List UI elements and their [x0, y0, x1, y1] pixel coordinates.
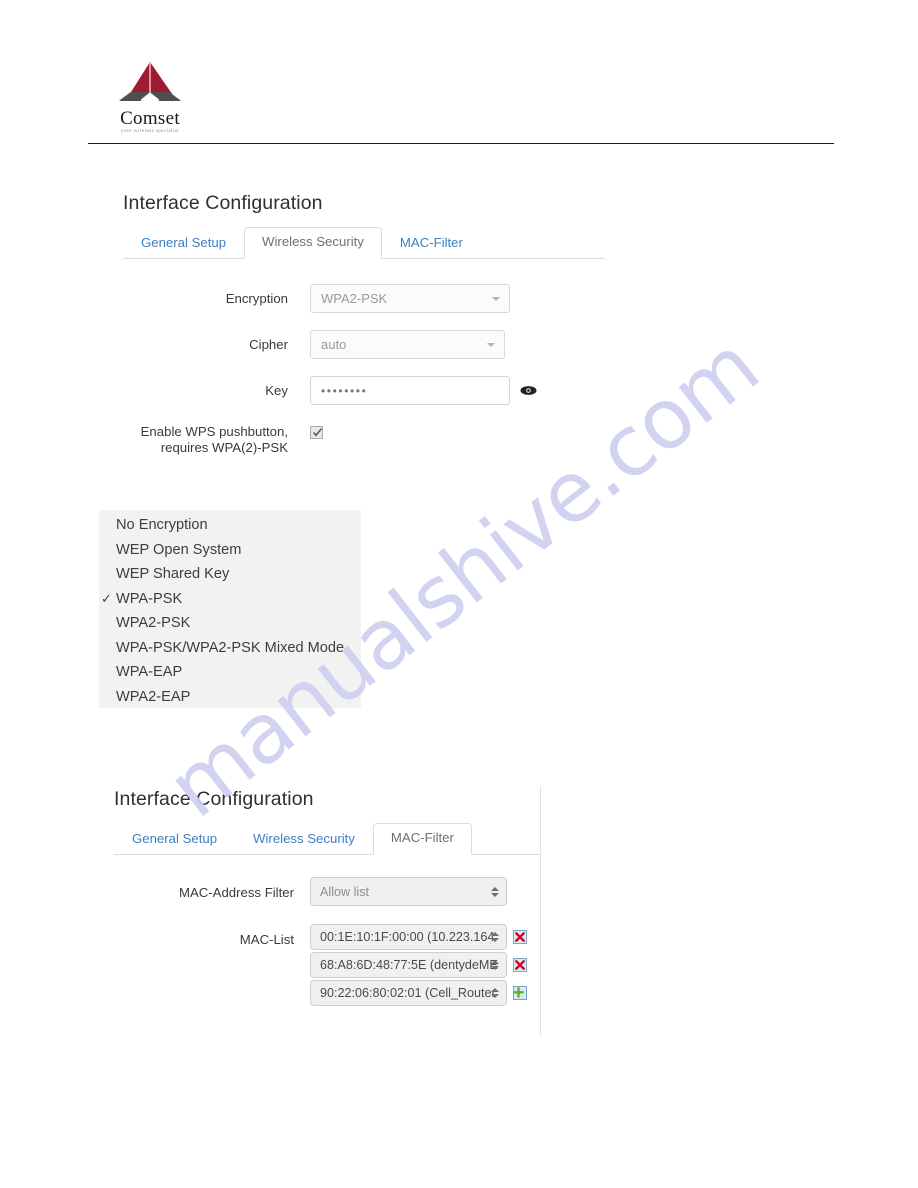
wps-label-line1: Enable WPS pushbutton,	[140, 424, 288, 439]
mac-entry-value: 00:1E:10:1F:00:00 (10.223.164	[320, 930, 495, 944]
key-input[interactable]: ••••••••	[310, 376, 510, 405]
cipher-value: auto	[321, 337, 347, 352]
mac-address-filter-select[interactable]: Allow list	[310, 877, 507, 906]
encryption-dropdown-menu[interactable]: No Encryption WEP Open System WEP Shared…	[99, 510, 361, 708]
spinner-icon	[491, 932, 499, 942]
eye-icon[interactable]	[520, 385, 537, 396]
mac-entry-select[interactable]: 00:1E:10:1F:00:00 (10.223.164	[310, 924, 507, 950]
mac-filter-panel: Interface Configuration General Setup Wi…	[114, 788, 540, 1006]
mac-list-label: MAC-List	[239, 932, 294, 947]
key-label: Key	[265, 383, 288, 398]
dropdown-option-label: WEP Open System	[116, 541, 242, 558]
cipher-label: Cipher	[249, 337, 288, 352]
screenshot-crop-edge	[540, 786, 541, 1036]
delete-icon[interactable]	[513, 930, 527, 944]
chevron-down-icon	[492, 296, 500, 301]
dropdown-option-wpa-eap[interactable]: WPA-EAP	[99, 660, 361, 685]
dropdown-option-no-encryption[interactable]: No Encryption	[99, 513, 361, 538]
mac-entry-value: 90:22:06:80:02:01 (Cell_Router	[320, 986, 496, 1000]
key-row: Key ••••••••	[123, 376, 605, 405]
mac-entry-select[interactable]: 68:A8:6D:48:77:5E (dentydeME	[310, 952, 507, 978]
chevron-down-icon	[487, 342, 495, 347]
cipher-select[interactable]: auto	[310, 330, 505, 359]
mac-address-filter-label: MAC-Address Filter	[178, 885, 294, 900]
spinner-icon	[491, 988, 499, 998]
tab-general-setup[interactable]: General Setup	[114, 824, 235, 855]
tab-wireless-security[interactable]: Wireless Security	[244, 227, 382, 259]
dropdown-option-wep-shared-key[interactable]: WEP Shared Key	[99, 562, 361, 587]
tab-general-setup[interactable]: General Setup	[123, 228, 244, 259]
brand-name: Comset	[120, 108, 180, 129]
wps-checkbox[interactable]	[310, 426, 323, 439]
mac-list-item: 00:1E:10:1F:00:00 (10.223.164	[310, 924, 527, 950]
dropdown-option-wpa-psk[interactable]: ✓ WPA-PSK	[99, 587, 361, 612]
dropdown-option-wep-open-system[interactable]: WEP Open System	[99, 538, 361, 563]
brand-tagline: your wireless specialist	[120, 128, 179, 134]
delete-icon[interactable]	[513, 958, 527, 972]
encryption-label: Encryption	[225, 291, 288, 306]
dropdown-option-label: WPA2-PSK	[116, 615, 191, 631]
encryption-value: WPA2-PSK	[321, 291, 388, 306]
encryption-select[interactable]: WPA2-PSK	[310, 284, 510, 313]
wps-label-line2: requires WPA(2)-PSK	[160, 440, 288, 455]
header-divider	[88, 143, 834, 144]
cipher-row: Cipher auto	[123, 330, 605, 359]
mac-list-item: 90:22:06:80:02:01 (Cell_Router	[310, 980, 527, 1006]
dropdown-option-label: WPA-PSK/WPA2-PSK Mixed Mode	[116, 639, 345, 656]
mac-entry-value: 68:A8:6D:48:77:5E (dentydeME	[320, 958, 498, 972]
tab-mac-filter[interactable]: MAC-Filter	[382, 228, 481, 259]
dropdown-option-wpa2-eap[interactable]: WPA2-EAP	[99, 685, 361, 710]
dropdown-option-wpa-psk-wpa2-psk-mixed-mode[interactable]: WPA-PSK/WPA2-PSK Mixed Mode	[99, 636, 361, 661]
wireless-security-panel: Interface Configuration General Setup Wi…	[123, 192, 605, 456]
mac-entry-select[interactable]: 90:22:06:80:02:01 (Cell_Router	[310, 980, 507, 1006]
mac-address-filter-row: MAC-Address Filter Allow list	[114, 877, 540, 906]
page-title: Interface Configuration	[123, 192, 323, 214]
mac-list-row: MAC-List 00:1E:10:1F:00:00 (10.223.164 6…	[114, 924, 540, 1006]
encryption-row: Encryption WPA2-PSK	[123, 284, 605, 313]
dropdown-option-label: No Encryption	[116, 517, 208, 533]
tab-bar: General Setup Wireless Security MAC-Filt…	[114, 821, 540, 855]
dropdown-option-wpa2-psk[interactable]: WPA2-PSK	[99, 611, 361, 636]
dropdown-option-label: WEP Shared Key	[116, 566, 230, 582]
tab-wireless-security[interactable]: Wireless Security	[235, 824, 373, 855]
spinner-icon	[491, 886, 499, 897]
tab-mac-filter[interactable]: MAC-Filter	[372, 823, 472, 855]
wps-row: Enable WPS pushbutton, requires WPA(2)-P…	[123, 424, 605, 456]
mac-list-item: 68:A8:6D:48:77:5E (dentydeME	[310, 952, 527, 978]
dropdown-option-label: WPA-PSK	[116, 590, 183, 607]
pyramid-logo-icon	[119, 62, 181, 108]
key-value: ••••••••	[321, 383, 368, 398]
brand-logo: Comset your wireless specialist	[113, 62, 187, 135]
add-icon[interactable]	[513, 986, 527, 1000]
mac-address-filter-value: Allow list	[320, 884, 369, 899]
checkmark-icon: ✓	[101, 590, 112, 606]
dropdown-option-label: WPA2-EAP	[116, 688, 191, 705]
tab-bar: General Setup Wireless Security MAC-Filt…	[123, 225, 605, 259]
dropdown-option-label: WPA-EAP	[116, 664, 183, 680]
page-title: Interface Configuration	[114, 788, 314, 810]
page-header: Comset your wireless specialist	[0, 0, 918, 150]
spinner-icon	[491, 960, 499, 970]
